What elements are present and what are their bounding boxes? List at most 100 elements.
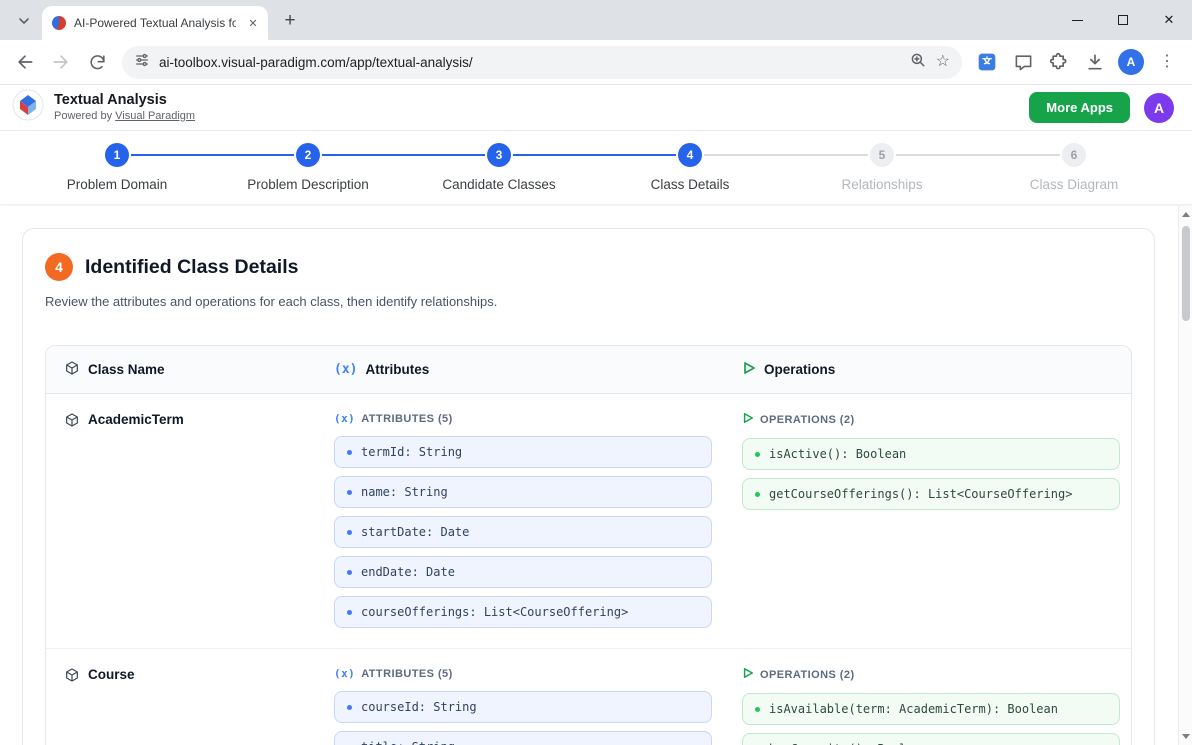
bullet-dot-icon: [755, 452, 760, 457]
step-circle-problem-description[interactable]: 2: [296, 143, 320, 167]
attribute-chip: startDate: Date: [334, 516, 712, 548]
operations-cell: OPERATIONS (2) isActive(): Boolean getCo…: [742, 412, 1131, 628]
window-controls: ✕: [1054, 0, 1192, 40]
reload-button[interactable]: [80, 45, 114, 79]
attribute-text: startDate: Date: [361, 524, 469, 540]
browser-tab[interactable]: AI-Powered Textual Analysis for ✕: [42, 6, 268, 40]
app-header: Textual Analysis Powered by Visual Parad…: [0, 85, 1192, 131]
comment-icon[interactable]: [1006, 45, 1040, 79]
operations-play-icon: [742, 361, 756, 378]
stepper-connector: [322, 154, 485, 156]
class-cube-icon: [64, 667, 80, 686]
tab-title: AI-Powered Textual Analysis for: [74, 16, 236, 30]
column-header-operations: Operations: [742, 361, 1131, 378]
class-details-table: Class Name (x) Attributes Operations: [45, 345, 1132, 745]
step-circle-class-diagram: 6: [1062, 143, 1086, 167]
bullet-dot-icon: [347, 530, 352, 535]
operation-text: isAvailable(term: AcademicTerm): Boolean: [769, 701, 1058, 717]
app-title-block: Textual Analysis Powered by Visual Parad…: [54, 92, 195, 123]
extensions-icon[interactable]: [1042, 45, 1076, 79]
operations-count-label: OPERATIONS (2): [742, 667, 1131, 682]
bullet-dot-icon: [347, 705, 352, 710]
card-header: 4 Identified Class Details Review the at…: [23, 229, 1154, 309]
page-content: 4 Identified Class Details Review the at…: [0, 206, 1178, 745]
table-row-course: Course (x) ATTRIBUTES (5) courseId: Stri…: [46, 648, 1131, 745]
step-circle-class-details[interactable]: 4: [678, 143, 702, 167]
window-close-button[interactable]: ✕: [1146, 0, 1192, 40]
attributes-icon: (x): [334, 362, 357, 377]
app-user-avatar[interactable]: A: [1144, 93, 1174, 123]
operations-cell: OPERATIONS (2) isAvailable(term: Academi…: [742, 667, 1131, 745]
window-minimize-button[interactable]: [1054, 0, 1100, 40]
scrollbar-thumb[interactable]: [1182, 226, 1190, 321]
step-label-problem-domain[interactable]: Problem Domain: [17, 177, 217, 192]
step-label-class-details[interactable]: Class Details: [590, 177, 790, 192]
attributes-icon: (x): [334, 667, 355, 680]
browser-tab-strip: AI-Powered Textual Analysis for ✕ + ✕: [0, 0, 1192, 40]
back-button[interactable]: [8, 45, 42, 79]
step-label-candidate-classes[interactable]: Candidate Classes: [399, 177, 599, 192]
column-header-class-name: Class Name: [46, 360, 334, 379]
tab-close-icon[interactable]: ✕: [244, 14, 262, 32]
operation-chip: hasCapacity(): Boolean: [742, 733, 1120, 745]
class-name: Course: [88, 667, 135, 682]
wizard-stepper: 1 2 3 4 5 6 Problem Domain Problem Descr…: [0, 131, 1192, 205]
attributes-count-text: ATTRIBUTES (5): [361, 413, 453, 425]
page-subtitle: Review the attributes and operations for…: [45, 294, 1132, 309]
bookmark-star-icon[interactable]: ☆: [936, 54, 950, 70]
url-text: ai-toolbox.visual-paradigm.com/app/textu…: [159, 55, 473, 70]
step-circle-problem-domain[interactable]: 1: [105, 143, 129, 167]
powered-by: Powered by Visual Paradigm: [54, 110, 195, 123]
attributes-count-text: ATTRIBUTES (5): [361, 668, 453, 680]
bullet-dot-icon: [347, 610, 352, 615]
column-header-class-name-label: Class Name: [88, 362, 165, 377]
stepper-connector: [704, 154, 868, 156]
class-cube-icon: [64, 360, 80, 379]
forward-button[interactable]: [44, 45, 78, 79]
bullet-dot-icon: [347, 450, 352, 455]
browser-menu-icon[interactable]: ⋮: [1150, 45, 1184, 79]
new-tab-button[interactable]: +: [276, 7, 304, 35]
browser-profile-avatar[interactable]: A: [1118, 49, 1144, 75]
site-settings-icon[interactable]: [134, 52, 150, 73]
operation-chip: getCourseOfferings(): List<CourseOfferin…: [742, 478, 1120, 510]
attributes-count-label: (x) ATTRIBUTES (5): [334, 412, 742, 425]
step-label-class-diagram: Class Diagram: [974, 177, 1174, 192]
step-label-problem-description[interactable]: Problem Description: [208, 177, 408, 192]
more-apps-button[interactable]: More Apps: [1029, 92, 1130, 123]
address-bar[interactable]: ai-toolbox.visual-paradigm.com/app/textu…: [122, 46, 962, 79]
zoom-icon[interactable]: [909, 51, 927, 74]
tab-search-chevron-icon[interactable]: [10, 7, 38, 35]
page-scrollbar[interactable]: [1178, 206, 1192, 745]
column-header-operations-label: Operations: [764, 362, 835, 377]
attribute-chip: name: String: [334, 476, 712, 508]
attribute-text: endDate: Date: [361, 564, 455, 580]
minimize-icon: [1072, 20, 1083, 21]
operation-chips: isActive(): Boolean getCourseOfferings()…: [742, 438, 1120, 510]
scroll-up-icon[interactable]: [1182, 212, 1190, 217]
operation-chip: isActive(): Boolean: [742, 438, 1120, 470]
table-header-row: Class Name (x) Attributes Operations: [46, 346, 1131, 394]
attributes-cell: (x) ATTRIBUTES (5) termId: String name: …: [334, 412, 742, 628]
maximize-icon: [1118, 15, 1128, 25]
browser-toolbar: ai-toolbox.visual-paradigm.com/app/textu…: [0, 40, 1192, 85]
step-number-badge: 4: [45, 253, 73, 281]
operations-play-icon: [742, 667, 754, 682]
class-details-card: 4 Identified Class Details Review the at…: [22, 228, 1155, 745]
operations-count-text: OPERATIONS (2): [760, 414, 855, 426]
attribute-text: courseId: String: [361, 699, 477, 715]
table-row-academicterm: AcademicTerm (x) ATTRIBUTES (5) termId: …: [46, 394, 1131, 648]
attribute-text: title: String: [361, 739, 455, 745]
window-maximize-button[interactable]: [1100, 0, 1146, 40]
operations-play-icon: [742, 412, 754, 427]
step-circle-candidate-classes[interactable]: 3: [487, 143, 511, 167]
attribute-text: termId: String: [361, 444, 462, 460]
attribute-chip: title: String: [334, 731, 712, 745]
operation-chip: isAvailable(term: AcademicTerm): Boolean: [742, 693, 1120, 725]
page-title: Identified Class Details: [85, 256, 298, 279]
translate-icon[interactable]: [970, 45, 1004, 79]
downloads-icon[interactable]: [1078, 45, 1112, 79]
visual-paradigm-link[interactable]: Visual Paradigm: [115, 110, 195, 122]
app-title: Textual Analysis: [54, 92, 195, 109]
scroll-down-icon[interactable]: [1182, 734, 1190, 739]
